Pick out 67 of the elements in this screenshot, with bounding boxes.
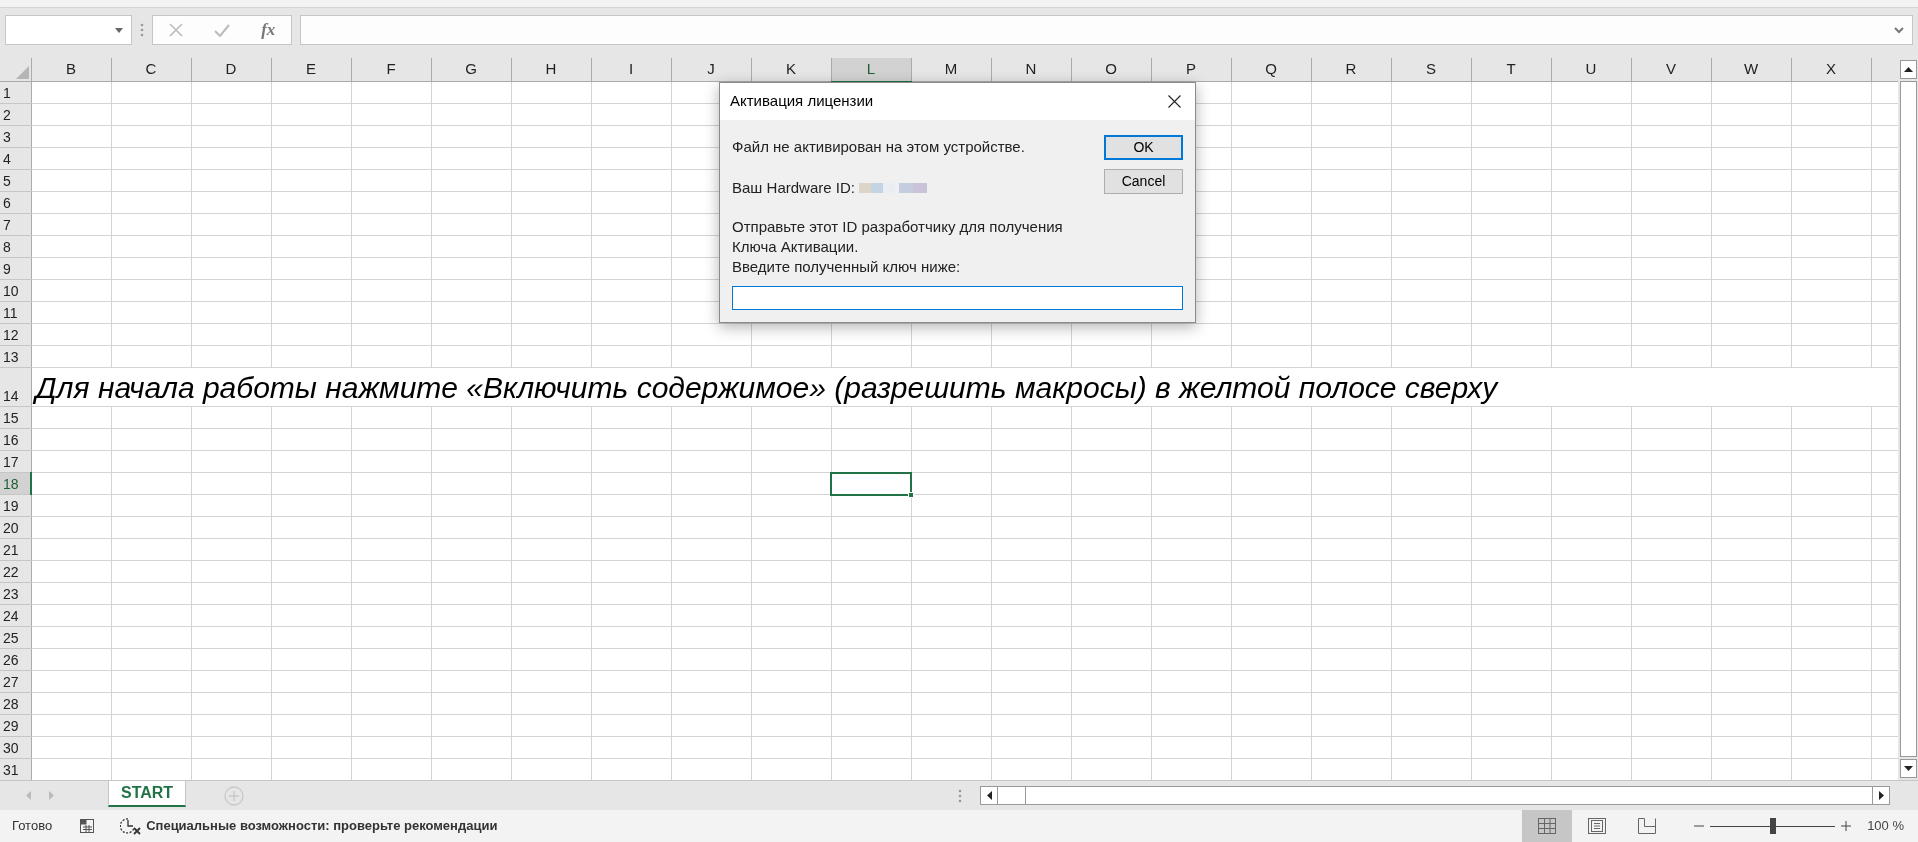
row-header[interactable]: 30 [0, 736, 31, 759]
instruction-text: Ключа Активации. [732, 237, 859, 257]
row-header[interactable]: 12 [0, 323, 31, 346]
row-header[interactable]: 7 [0, 213, 31, 236]
instruction-text: Введите полученный ключ ниже: [732, 257, 961, 277]
column-header[interactable]: I [591, 58, 671, 82]
row-header[interactable]: 26 [0, 648, 31, 671]
column-header[interactable]: P [1151, 58, 1231, 82]
column-header[interactable]: C [111, 58, 191, 82]
column-header[interactable]: G [431, 58, 511, 82]
column-header[interactable]: V [1631, 58, 1711, 82]
column-header[interactable]: W [1711, 58, 1791, 82]
column-header[interactable]: N [991, 58, 1071, 82]
row-header[interactable]: 22 [0, 560, 31, 583]
column-header[interactable]: S [1391, 58, 1471, 82]
row-header[interactable]: 5 [0, 169, 31, 192]
zoom-level[interactable]: 100 % [1867, 816, 1904, 836]
row-header[interactable]: 9 [0, 257, 31, 280]
row-header[interactable]: 21 [0, 538, 31, 561]
column-header[interactable]: K [751, 58, 831, 82]
row-header[interactable]: 19 [0, 494, 31, 517]
column-header[interactable]: E [271, 58, 351, 82]
row-header[interactable]: 11 [0, 301, 31, 324]
row-header[interactable]: 4 [0, 147, 31, 170]
row-header[interactable]: 29 [0, 714, 31, 737]
column-header[interactable]: Q [1231, 58, 1311, 82]
column-header[interactable]: F [351, 58, 431, 82]
row-header[interactable]: 16 [0, 428, 31, 451]
row-header[interactable]: 10 [0, 279, 31, 302]
hardware-id-label: Ваш Hardware ID: [732, 177, 855, 198]
dialog-button[interactable]: OK [1104, 135, 1183, 160]
row-header[interactable]: 2 [0, 103, 31, 126]
row-header[interactable]: 6 [0, 191, 31, 214]
row-header[interactable]: 8 [0, 235, 31, 258]
row-header[interactable]: 25 [0, 626, 31, 649]
column-header[interactable]: L [831, 58, 911, 82]
status-text: Готово [12, 817, 53, 836]
row-header[interactable]: 14 [0, 367, 31, 407]
dialog-message: Файл не активирован на этом устройстве. [732, 137, 1026, 157]
row-header[interactable]: 15 [0, 406, 31, 429]
column-header[interactable]: B [31, 58, 111, 82]
row-header[interactable]: 31 [0, 758, 31, 780]
dialog-title: Активация лицензии [730, 91, 874, 112]
column-header[interactable]: R [1311, 58, 1391, 82]
column-header[interactable]: M [911, 58, 991, 82]
column-header[interactable]: J [671, 58, 751, 82]
column-header[interactable]: O [1071, 58, 1151, 82]
row-header[interactable]: 20 [0, 516, 31, 539]
column-header[interactable]: U [1551, 58, 1631, 82]
sheet-tab[interactable]: START [108, 781, 187, 807]
instruction-text: Отправьте этот ID разработчику для получения [732, 217, 1063, 237]
dialog-button[interactable]: Cancel [1104, 169, 1183, 194]
row-header[interactable]: 24 [0, 604, 31, 627]
row-header[interactable]: 17 [0, 450, 31, 473]
column-header[interactable]: H [511, 58, 591, 82]
row-header[interactable]: 18 [0, 472, 31, 495]
row-header[interactable]: 28 [0, 692, 31, 715]
row-header[interactable]: 27 [0, 670, 31, 693]
column-header[interactable]: T [1471, 58, 1551, 82]
accessibility-status[interactable]: Специальные возможности: проверьте рекомендации [146, 816, 498, 836]
row-header[interactable]: 3 [0, 125, 31, 148]
row-header[interactable]: 1 [0, 81, 31, 104]
row-header[interactable]: 13 [0, 345, 31, 368]
row-header[interactable]: 23 [0, 582, 31, 605]
column-header[interactable]: D [191, 58, 271, 82]
insert-function-button[interactable]: fx [261, 17, 276, 43]
column-header[interactable]: X [1791, 58, 1871, 82]
